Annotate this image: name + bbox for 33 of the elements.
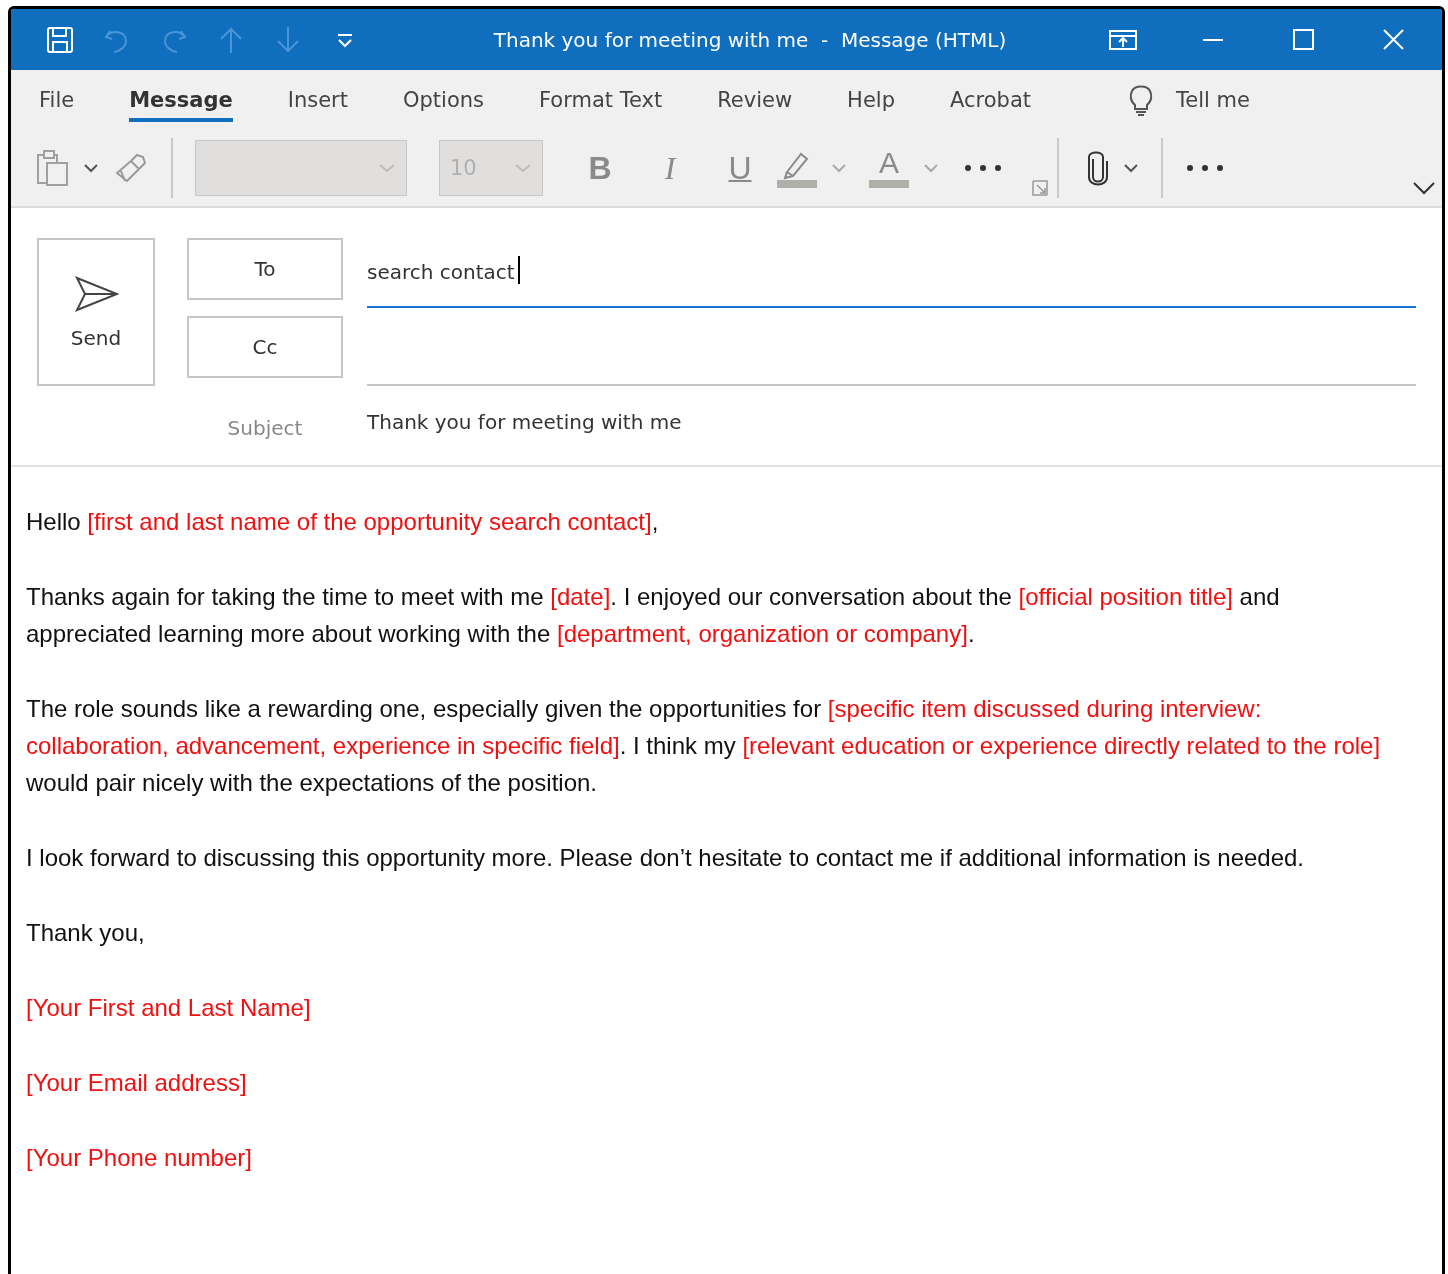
body-paragraph: The role sounds like a rewarding one, especially given the opportunities for [specific item discussed during interview: collaboration, advancement, experience in specific field]. I think my [relevant education or experience directly related to the role] would pair nicely with the expectations of the position.: [26, 694, 1382, 798]
paperclip-icon[interactable]: [1085, 149, 1109, 187]
chevron-down-icon[interactable]: [1123, 163, 1139, 173]
body-paragraph: Hello [first and last name of the opportunity search contact],: [26, 507, 660, 537]
window-title: Thank you for meeting with me - Message (HTML): [492, 27, 1008, 52]
ribbon-tab[interactable]: File: [39, 78, 102, 122]
cc-button[interactable]: Cc: [187, 316, 343, 378]
subject-field[interactable]: Thank you for meeting with me: [367, 410, 1416, 434]
subject-label: Subject: [226, 416, 304, 440]
to-field[interactable]: search contact: [367, 238, 1416, 308]
ribbon-tab[interactable]: Message: [129, 78, 233, 122]
more-options-icon[interactable]: [1185, 163, 1225, 173]
body-paragraph: [Your Phone number]: [26, 1143, 253, 1173]
ribbon-tab[interactable]: Review: [717, 78, 820, 122]
send-button[interactable]: Send: [37, 238, 155, 386]
body-paragraph: Thank you,: [26, 918, 146, 948]
to-button[interactable]: To: [187, 238, 343, 300]
ribbon-tab[interactable]: Help: [847, 78, 922, 122]
ribbon-tab[interactable]: Options: [402, 78, 511, 122]
body-paragraph: [Your First and Last Name]: [26, 993, 312, 1023]
ribbon-tab[interactable]: Format Text: [539, 78, 690, 122]
more-options-icon[interactable]: [963, 163, 1003, 173]
chevron-down-icon[interactable]: [83, 163, 99, 173]
save-icon[interactable]: [45, 24, 75, 55]
ribbon-tab[interactable]: Acrobat: [950, 78, 1058, 122]
text-cursor: [518, 256, 521, 284]
ribbon-tab[interactable]: Insert: [287, 78, 375, 122]
tell-me-search[interactable]: Tell me: [1176, 88, 1250, 112]
body-paragraph: [Your Email address]: [26, 1068, 248, 1098]
body-paragraph: I look forward to discussing this opportunity more. Please don’t hesitate to contact me if additional information is needed.: [26, 843, 1306, 873]
body-paragraph: Thanks again for taking the time to meet with me [date]. I enjoyed our conversation about the [official position title] and appreciated learning more about working with the [department, organization or company].: [26, 582, 1281, 649]
send-icon: [73, 274, 119, 314]
collapse-ribbon-icon[interactable]: [1412, 181, 1436, 195]
